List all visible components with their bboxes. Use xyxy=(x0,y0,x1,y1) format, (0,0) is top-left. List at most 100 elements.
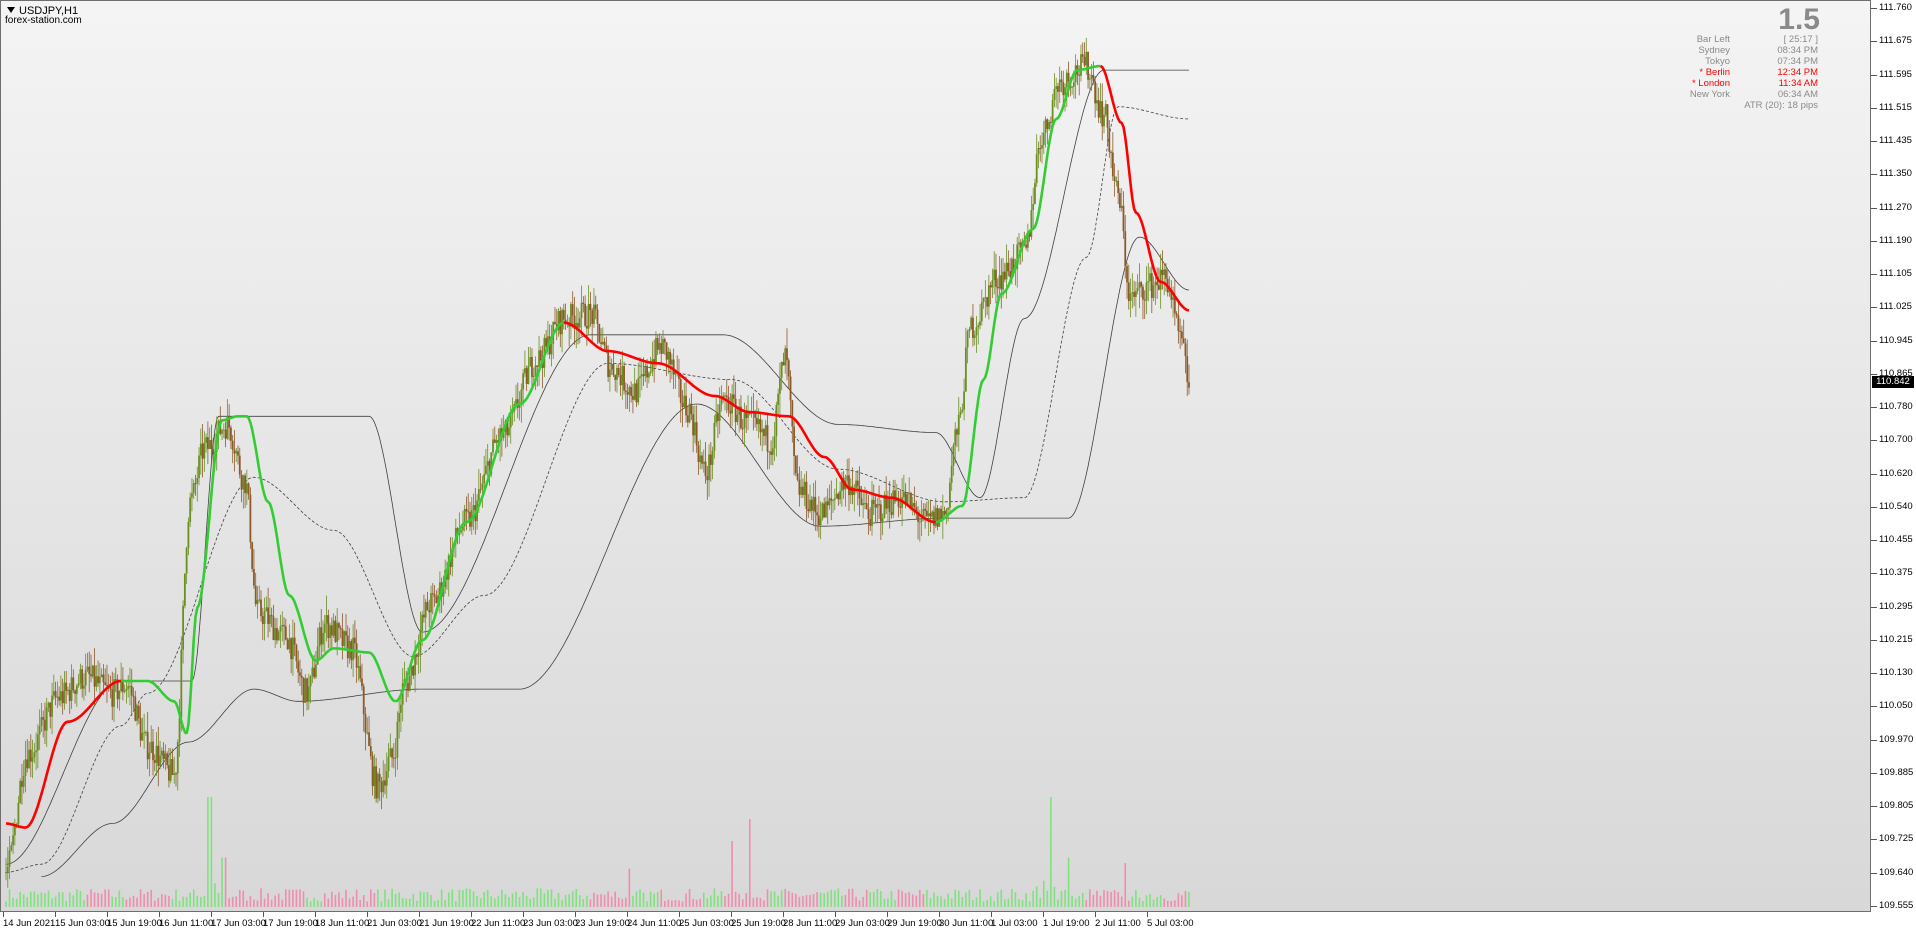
volume-bar xyxy=(756,897,758,907)
candle-body xyxy=(433,594,436,597)
volume-bar xyxy=(926,889,928,907)
candle-body xyxy=(1188,382,1190,388)
candle-body xyxy=(33,752,36,758)
candle-body xyxy=(906,494,909,505)
candle-body xyxy=(61,691,64,704)
candle-body xyxy=(194,483,197,485)
price-tick-label: 111.025 xyxy=(1879,301,1912,313)
volume-bar xyxy=(100,893,103,907)
current-price-marker: 110.842 xyxy=(1872,375,1914,388)
price-axis[interactable]: 111.760 111.675 111.595 111.515 111.435 111.3… xyxy=(1871,0,1916,912)
candles xyxy=(5,37,1190,888)
candle-body xyxy=(166,753,169,766)
volume-bar xyxy=(837,888,840,907)
volume-bar xyxy=(798,896,801,907)
volume-bar xyxy=(171,898,174,907)
candle-body xyxy=(690,403,693,415)
volume-bar xyxy=(745,892,748,907)
candle-body xyxy=(1108,127,1111,152)
volume-bar xyxy=(727,893,730,907)
price-tick-label: 111.105 xyxy=(1879,268,1912,280)
volume-bar xyxy=(848,888,850,907)
volume-bar xyxy=(515,891,517,907)
candle-body xyxy=(373,766,376,787)
volume-bar xyxy=(1039,897,1042,907)
candle-body xyxy=(826,501,829,506)
volume-bar xyxy=(203,895,206,907)
volume-bar xyxy=(93,892,96,907)
candle-body xyxy=(242,475,245,490)
price-tick xyxy=(1871,274,1877,276)
price-chart-area[interactable]: USDJPY,H1 forex-station.com 1.5 Bar Left… xyxy=(0,0,1871,912)
volume-bar xyxy=(1127,900,1130,907)
candle-body xyxy=(1005,262,1008,280)
candle-body xyxy=(931,511,934,517)
candle-body xyxy=(210,440,213,450)
volume-bar xyxy=(458,889,461,907)
candle-body xyxy=(183,573,186,606)
candle-body xyxy=(1053,89,1056,101)
volume-bar xyxy=(235,896,238,907)
candle-body xyxy=(263,611,266,625)
dropdown-triangle-icon[interactable] xyxy=(7,7,15,13)
time-axis[interactable]: 14 Jun 2021 15 Jun 03:00 15 Jun 19:00 16 Ju… xyxy=(0,912,1871,933)
volume-bar xyxy=(1018,899,1020,907)
volume-bar xyxy=(150,889,153,907)
volume-bar xyxy=(1096,890,1098,907)
candle-body xyxy=(830,498,833,501)
volume-bar xyxy=(993,901,995,907)
candle-body xyxy=(562,309,565,320)
volume-bar xyxy=(249,896,252,907)
volume-bar xyxy=(1188,891,1190,907)
candle-body xyxy=(306,678,308,702)
candle-body xyxy=(591,310,594,324)
candle-body xyxy=(47,702,50,708)
candle-body xyxy=(63,682,66,704)
candle-body xyxy=(984,297,987,299)
info-value: 11:34 AM xyxy=(1778,78,1818,89)
volume-bar xyxy=(695,899,698,907)
candle-body xyxy=(686,415,689,423)
volume-bar xyxy=(1131,896,1134,907)
volume-bar xyxy=(600,894,602,907)
volume-bar xyxy=(359,899,361,907)
candle-body xyxy=(1172,297,1174,300)
candle-body xyxy=(201,443,204,459)
candle-body xyxy=(465,508,468,512)
volume-bar xyxy=(139,889,142,907)
info-key: Sydney xyxy=(1698,45,1730,56)
candle-body xyxy=(793,426,795,457)
price-tick xyxy=(1871,872,1877,874)
candle-body xyxy=(359,666,362,679)
candle-body xyxy=(336,623,339,642)
candle-body xyxy=(129,686,131,688)
volume-bar xyxy=(1057,899,1059,907)
volume-bar xyxy=(380,901,383,907)
candle-body xyxy=(802,486,804,495)
candle-body xyxy=(536,365,539,367)
candle-body xyxy=(387,756,390,772)
candle-body xyxy=(196,477,199,484)
candle-body xyxy=(93,665,96,687)
candle-body xyxy=(596,309,599,325)
volume-bar xyxy=(1000,889,1003,907)
candle-body xyxy=(343,631,346,646)
candle-body xyxy=(106,684,108,686)
volume-bar xyxy=(217,892,220,907)
volume-bar xyxy=(497,896,500,907)
info-row: New York 06:34 AM xyxy=(1660,89,1818,100)
candle-body xyxy=(1177,315,1180,332)
chart-window[interactable]: USDJPY,H1 forex-station.com 1.5 Bar Left… xyxy=(0,0,1916,933)
candlestick-chart[interactable] xyxy=(1,1,1872,913)
candle-body xyxy=(787,360,790,377)
volume-bar xyxy=(1149,894,1151,907)
candle-body xyxy=(980,302,983,322)
volume-bar xyxy=(33,891,36,907)
candle-body xyxy=(920,519,923,522)
candle-body xyxy=(1184,343,1187,357)
candle-body xyxy=(98,676,101,684)
volume-bar xyxy=(338,892,340,907)
candle-body xyxy=(90,674,92,677)
volume-bar xyxy=(331,891,333,907)
candle-body xyxy=(949,482,951,508)
